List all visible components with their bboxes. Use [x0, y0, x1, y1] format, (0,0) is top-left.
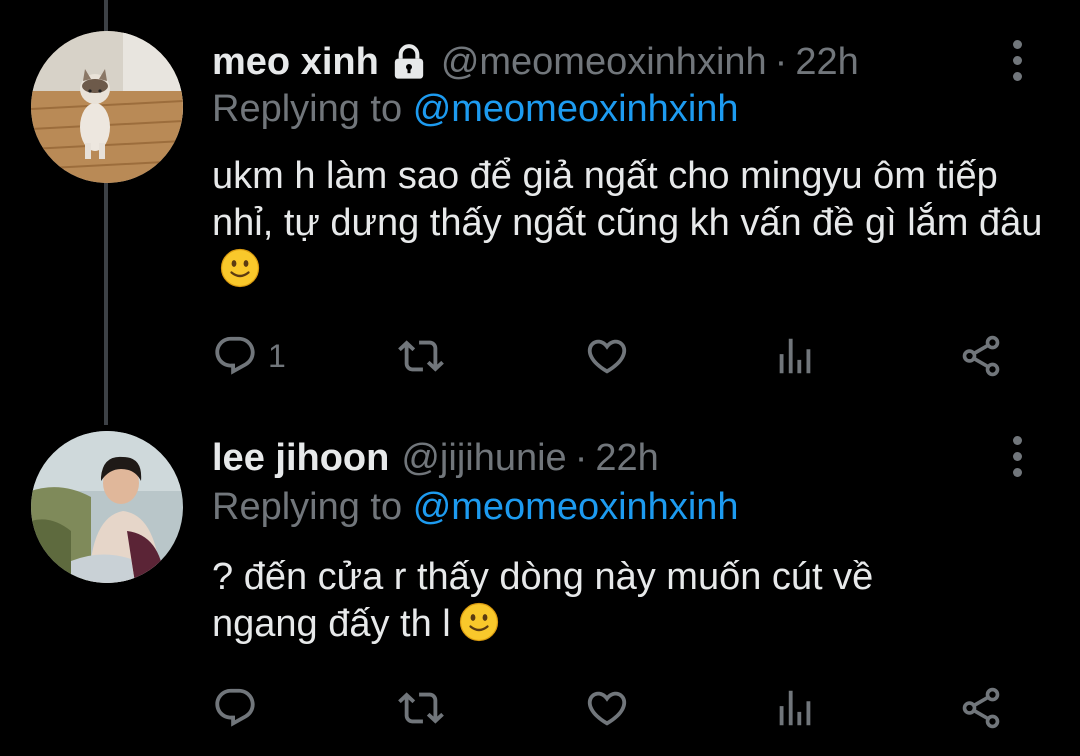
like-button[interactable] [584, 678, 630, 738]
analytics-icon [772, 685, 818, 731]
analytics-button[interactable] [772, 326, 818, 386]
share-button[interactable] [958, 678, 1004, 738]
replying-label: Replying to [212, 486, 403, 528]
avatar[interactable] [31, 431, 183, 583]
slightly-smiling-face-icon [459, 602, 499, 642]
like-icon [584, 333, 630, 379]
reply-button[interactable]: 1 [212, 326, 286, 386]
retweet-icon [398, 685, 444, 731]
more-options-icon[interactable] [1000, 36, 1034, 84]
avatar[interactable] [31, 31, 183, 183]
share-button[interactable] [958, 326, 1004, 386]
separator-dot: · [574, 436, 588, 479]
tweet-text-content: ? đến cửa r thấy dòng này muốn cút về ng… [212, 556, 874, 645]
lock-icon [389, 42, 429, 82]
analytics-button[interactable] [772, 678, 818, 738]
slightly-smiling-face-icon [220, 248, 260, 288]
tweet-header: meo xinh @meomeoxinhxinh · 22h [212, 34, 859, 90]
share-icon [958, 333, 1004, 379]
replying-to: Replying to @meomeoxinhxinh [212, 486, 739, 529]
display-name[interactable]: lee jihoon [212, 437, 389, 480]
share-icon [958, 685, 1004, 731]
analytics-icon [772, 333, 818, 379]
tweet-lee-jihoon[interactable]: lee jihoon @jijihunie · 22h Replying to … [0, 420, 1080, 756]
retweet-icon [398, 333, 444, 379]
reply-button[interactable] [212, 678, 268, 738]
replying-mention-link[interactable]: @meomeoxinhxinh [413, 486, 739, 528]
retweet-button[interactable] [398, 678, 444, 738]
tweet-text-content: ukm h làm sao để giả ngất cho mingyu ôm … [212, 155, 1043, 244]
reply-count: 1 [268, 337, 286, 374]
timestamp[interactable]: 22h [795, 41, 858, 84]
action-bar: 1 [0, 326, 1080, 386]
reply-icon [212, 685, 258, 731]
tweet-text: ukm h làm sao để giả ngất cho mingyu ôm … [212, 153, 1052, 294]
action-bar [0, 678, 1080, 738]
replying-label: Replying to [212, 88, 403, 130]
replying-to: Replying to @meomeoxinhxinh [212, 88, 739, 131]
retweet-button[interactable] [398, 326, 444, 386]
timestamp[interactable]: 22h [595, 437, 658, 480]
tweet-header: lee jihoon @jijihunie · 22h [212, 430, 659, 486]
more-options-icon[interactable] [1000, 432, 1034, 480]
tweet-meo-xinh[interactable]: meo xinh @meomeoxinhxinh · 22h Replying … [0, 0, 1080, 420]
like-icon [584, 685, 630, 731]
user-handle[interactable]: @meomeoxinhxinh [441, 41, 767, 84]
reply-icon [212, 333, 258, 379]
display-name[interactable]: meo xinh [212, 41, 379, 84]
replying-mention-link[interactable]: @meomeoxinhxinh [413, 88, 739, 130]
tweet-text: ? đến cửa r thấy dòng này muốn cút về ng… [212, 554, 972, 648]
like-button[interactable] [584, 326, 630, 386]
separator-dot: · [774, 40, 788, 83]
user-handle[interactable]: @jijihunie [401, 437, 566, 480]
